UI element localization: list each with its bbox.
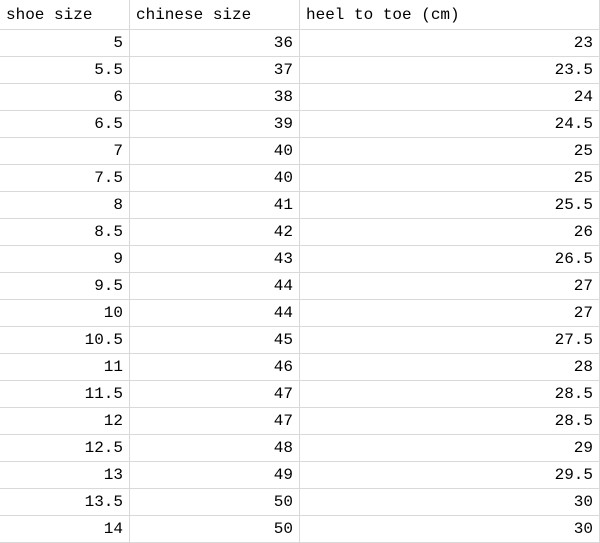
cell-shoe-size: 8: [0, 192, 130, 218]
table-row: 145030: [0, 516, 600, 543]
cell-heel-to-toe: 29: [300, 435, 600, 461]
size-table: shoe size chinese size heel to toe (cm) …: [0, 0, 600, 543]
cell-heel-to-toe: 28.5: [300, 408, 600, 434]
cell-chinese-size: 45: [130, 327, 300, 353]
cell-chinese-size: 39: [130, 111, 300, 137]
table-row: 6.53924.5: [0, 111, 600, 138]
cell-chinese-size: 47: [130, 381, 300, 407]
cell-heel-to-toe: 29.5: [300, 462, 600, 488]
cell-shoe-size: 8.5: [0, 219, 130, 245]
table-row: 63824: [0, 84, 600, 111]
cell-heel-to-toe: 30: [300, 489, 600, 515]
cell-shoe-size: 7.5: [0, 165, 130, 191]
cell-chinese-size: 38: [130, 84, 300, 110]
cell-chinese-size: 36: [130, 30, 300, 56]
cell-chinese-size: 37: [130, 57, 300, 83]
cell-heel-to-toe: 28: [300, 354, 600, 380]
cell-heel-to-toe: 27: [300, 273, 600, 299]
table-row: 134929.5: [0, 462, 600, 489]
cell-heel-to-toe: 25.5: [300, 192, 600, 218]
table-row: 53623: [0, 30, 600, 57]
cell-shoe-size: 9: [0, 246, 130, 272]
cell-heel-to-toe: 26: [300, 219, 600, 245]
cell-shoe-size: 5.5: [0, 57, 130, 83]
cell-chinese-size: 43: [130, 246, 300, 272]
table-row: 9.54427: [0, 273, 600, 300]
cell-shoe-size: 11: [0, 354, 130, 380]
table-row: 94326.5: [0, 246, 600, 273]
cell-heel-to-toe: 26.5: [300, 246, 600, 272]
cell-shoe-size: 10: [0, 300, 130, 326]
cell-shoe-size: 7: [0, 138, 130, 164]
cell-shoe-size: 11.5: [0, 381, 130, 407]
cell-shoe-size: 6.5: [0, 111, 130, 137]
cell-heel-to-toe: 30: [300, 516, 600, 542]
table-row: 10.54527.5: [0, 327, 600, 354]
table-row: 84125.5: [0, 192, 600, 219]
cell-heel-to-toe: 27: [300, 300, 600, 326]
cell-shoe-size: 10.5: [0, 327, 130, 353]
cell-heel-to-toe: 25: [300, 165, 600, 191]
cell-heel-to-toe: 24: [300, 84, 600, 110]
table-row: 104427: [0, 300, 600, 327]
cell-shoe-size: 5: [0, 30, 130, 56]
cell-shoe-size: 9.5: [0, 273, 130, 299]
table-row: 5.53723.5: [0, 57, 600, 84]
cell-shoe-size: 13.5: [0, 489, 130, 515]
cell-chinese-size: 48: [130, 435, 300, 461]
table-row: 11.54728.5: [0, 381, 600, 408]
table-row: 124728.5: [0, 408, 600, 435]
header-heel-to-toe: heel to toe (cm): [300, 0, 600, 29]
cell-chinese-size: 50: [130, 516, 300, 542]
cell-shoe-size: 6: [0, 84, 130, 110]
cell-shoe-size: 12: [0, 408, 130, 434]
cell-chinese-size: 40: [130, 138, 300, 164]
cell-chinese-size: 42: [130, 219, 300, 245]
cell-chinese-size: 47: [130, 408, 300, 434]
table-row: 8.54226: [0, 219, 600, 246]
table-row: 74025: [0, 138, 600, 165]
cell-heel-to-toe: 23.5: [300, 57, 600, 83]
cell-chinese-size: 40: [130, 165, 300, 191]
cell-heel-to-toe: 25: [300, 138, 600, 164]
cell-heel-to-toe: 28.5: [300, 381, 600, 407]
table-row: 12.54829: [0, 435, 600, 462]
cell-chinese-size: 44: [130, 273, 300, 299]
cell-chinese-size: 46: [130, 354, 300, 380]
table-row: 13.55030: [0, 489, 600, 516]
cell-chinese-size: 49: [130, 462, 300, 488]
cell-shoe-size: 13: [0, 462, 130, 488]
table-header-row: shoe size chinese size heel to toe (cm): [0, 0, 600, 30]
header-shoe-size: shoe size: [0, 0, 130, 29]
cell-chinese-size: 50: [130, 489, 300, 515]
cell-chinese-size: 41: [130, 192, 300, 218]
table-row: 7.54025: [0, 165, 600, 192]
cell-heel-to-toe: 24.5: [300, 111, 600, 137]
cell-shoe-size: 12.5: [0, 435, 130, 461]
cell-heel-to-toe: 23: [300, 30, 600, 56]
cell-chinese-size: 44: [130, 300, 300, 326]
table-row: 114628: [0, 354, 600, 381]
cell-shoe-size: 14: [0, 516, 130, 542]
cell-heel-to-toe: 27.5: [300, 327, 600, 353]
header-chinese-size: chinese size: [130, 0, 300, 29]
